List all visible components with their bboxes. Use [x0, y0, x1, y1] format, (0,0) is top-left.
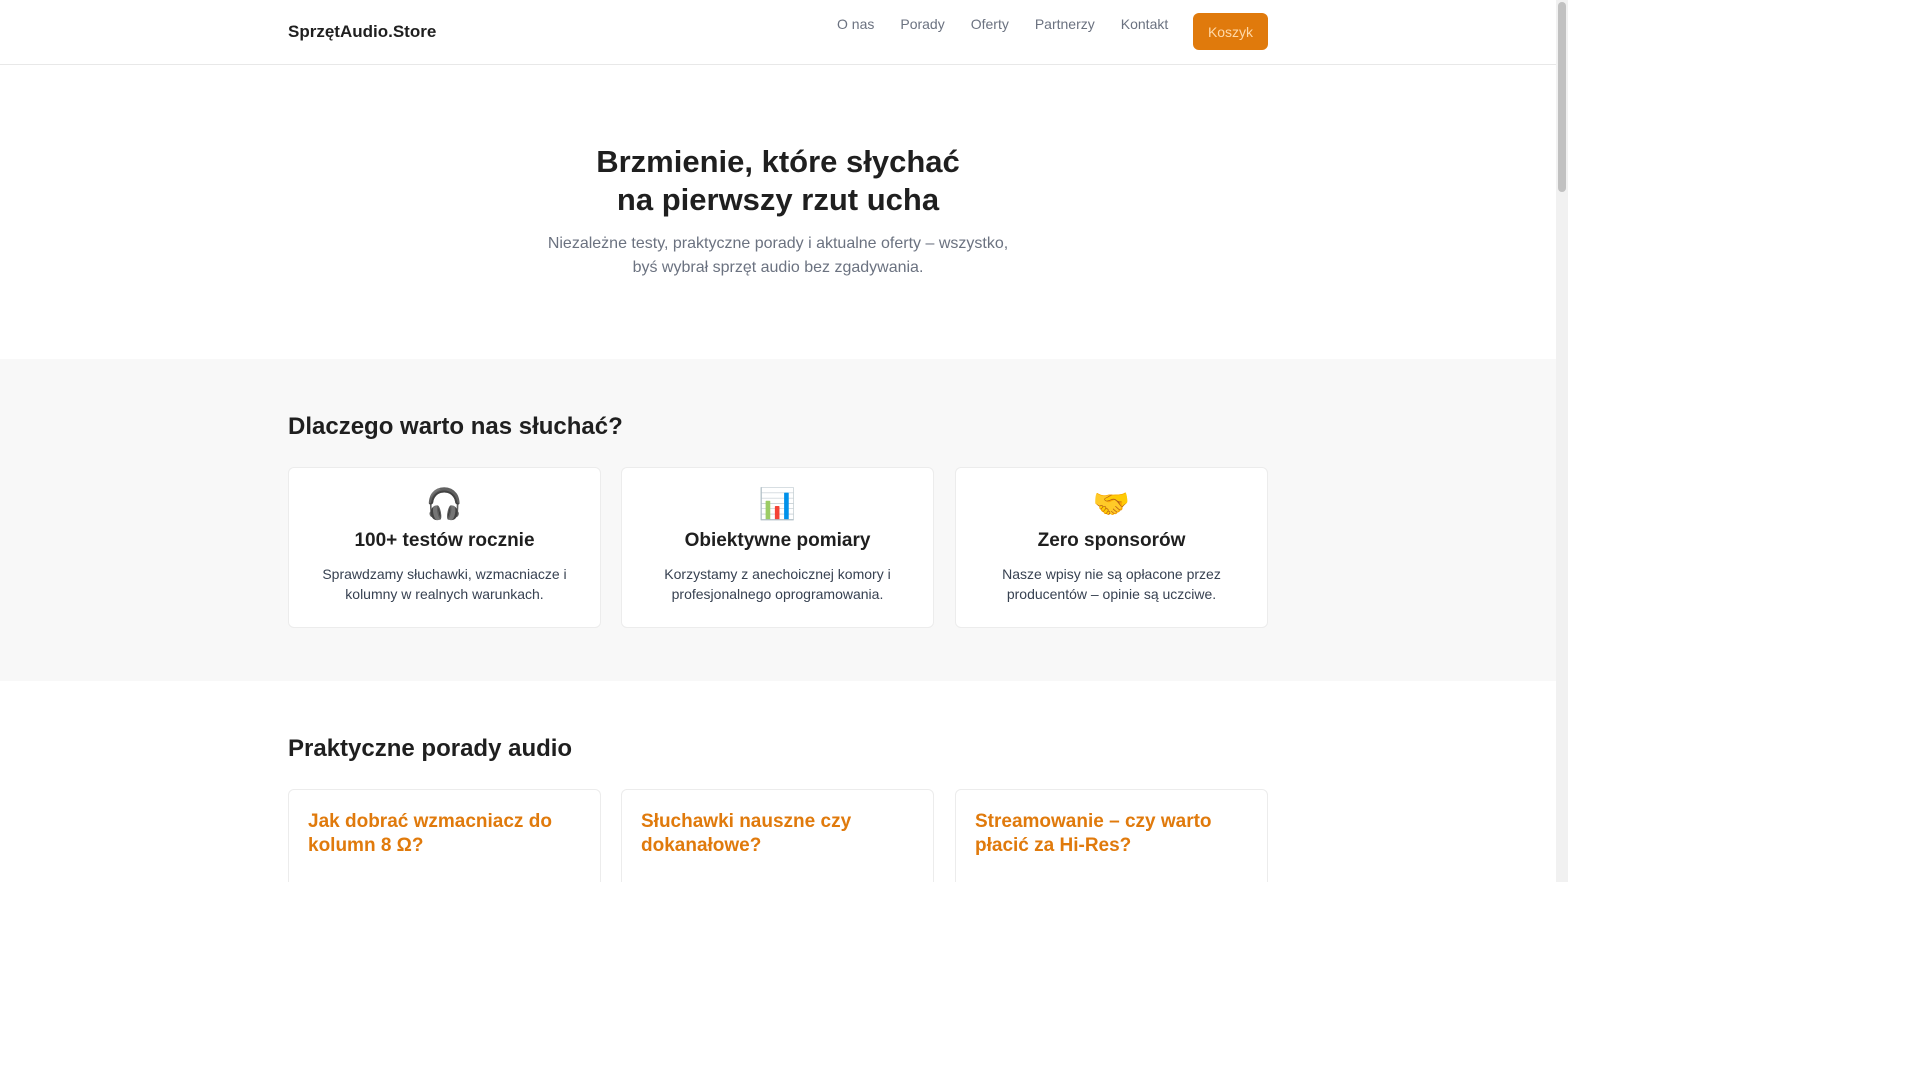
nav-link-kontakt[interactable]: Kontakt [1108, 16, 1181, 32]
feature-card-measurements: 📊 Obiektywne pomiary Korzystamy z anecho… [621, 467, 934, 628]
why-section: Dlaczego warto nas słuchać? 🎧 100+ testó… [0, 359, 1556, 681]
feature-card-tests: 🎧 100+ testów rocznie Sprawdzamy słuchaw… [288, 467, 601, 628]
vertical-scrollbar[interactable] [1556, 0, 1568, 882]
feature-card-no-sponsors: 🤝 Zero sponsorów Nasze wpisy nie są opła… [955, 467, 1268, 628]
bar-chart-icon: 📊 [758, 488, 797, 521]
hero-title-line-2: na pierwszy rzut ucha [616, 182, 940, 217]
hero-title: Brzmienie, które słychać na pierwszy rzu… [0, 143, 1556, 219]
article-link[interactable]: Jak dobrać wzmacniacz do kolumn 8 Ω? [308, 810, 578, 858]
article-card: Jak dobrać wzmacniacz do kolumn 8 Ω? [288, 789, 601, 882]
main-nav: O nas Porady Oferty Partnerzy Kontakt [824, 16, 1181, 32]
handshake-icon: 🤝 [1092, 488, 1131, 521]
feature-card-text: Nasze wpisy nie są opłacone przez produc… [1002, 566, 1221, 602]
cart-button[interactable]: Koszyk [1193, 13, 1268, 50]
hero-subtitle: Niezależne testy, praktyczne porady i ak… [547, 235, 1009, 276]
hero-title-line-1: Brzmienie, które słychać [596, 144, 960, 179]
article-card: Słuchawki nauszne czy dokanałowe? [621, 789, 934, 882]
headphones-icon: 🎧 [425, 488, 464, 521]
article-link[interactable]: Streamowanie – czy warto płacić za Hi-Re… [975, 810, 1245, 858]
feature-card-title: 100+ testów rocznie [354, 530, 535, 551]
why-section-title: Dlaczego warto nas słuchać? [288, 413, 623, 440]
feature-card-title: Obiektywne pomiary [684, 530, 871, 551]
nav-link-partnerzy[interactable]: Partnerzy [1022, 16, 1108, 32]
scrollbar-thumb[interactable] [1558, 2, 1566, 192]
nav-link-oferty[interactable]: Oferty [958, 16, 1022, 32]
tips-section: Praktyczne porady audio Jak dobrać wzmac… [0, 681, 1556, 882]
feature-card-title: Zero sponsorów [1037, 530, 1186, 551]
nav-link-porady[interactable]: Porady [887, 16, 957, 32]
tips-section-title: Praktyczne porady audio [288, 735, 573, 762]
nav-link-o-nas[interactable]: O nas [824, 16, 887, 32]
site-header: SprzętAudio.Store O nas Porady Oferty Pa… [0, 0, 1556, 65]
hero-section: Brzmienie, które słychać na pierwszy rzu… [0, 65, 1556, 359]
feature-card-text: Korzystamy z anechoicznej komory i profe… [664, 566, 891, 602]
article-card: Streamowanie – czy warto płacić za Hi-Re… [955, 789, 1268, 882]
feature-card-text: Sprawdzamy słuchawki, wzmacniacze i kolu… [322, 566, 567, 602]
page: SprzętAudio.Store O nas Porady Oferty Pa… [0, 0, 1556, 882]
brand-logo[interactable]: SprzętAudio.Store [288, 22, 436, 42]
article-link[interactable]: Słuchawki nauszne czy dokanałowe? [641, 810, 911, 858]
